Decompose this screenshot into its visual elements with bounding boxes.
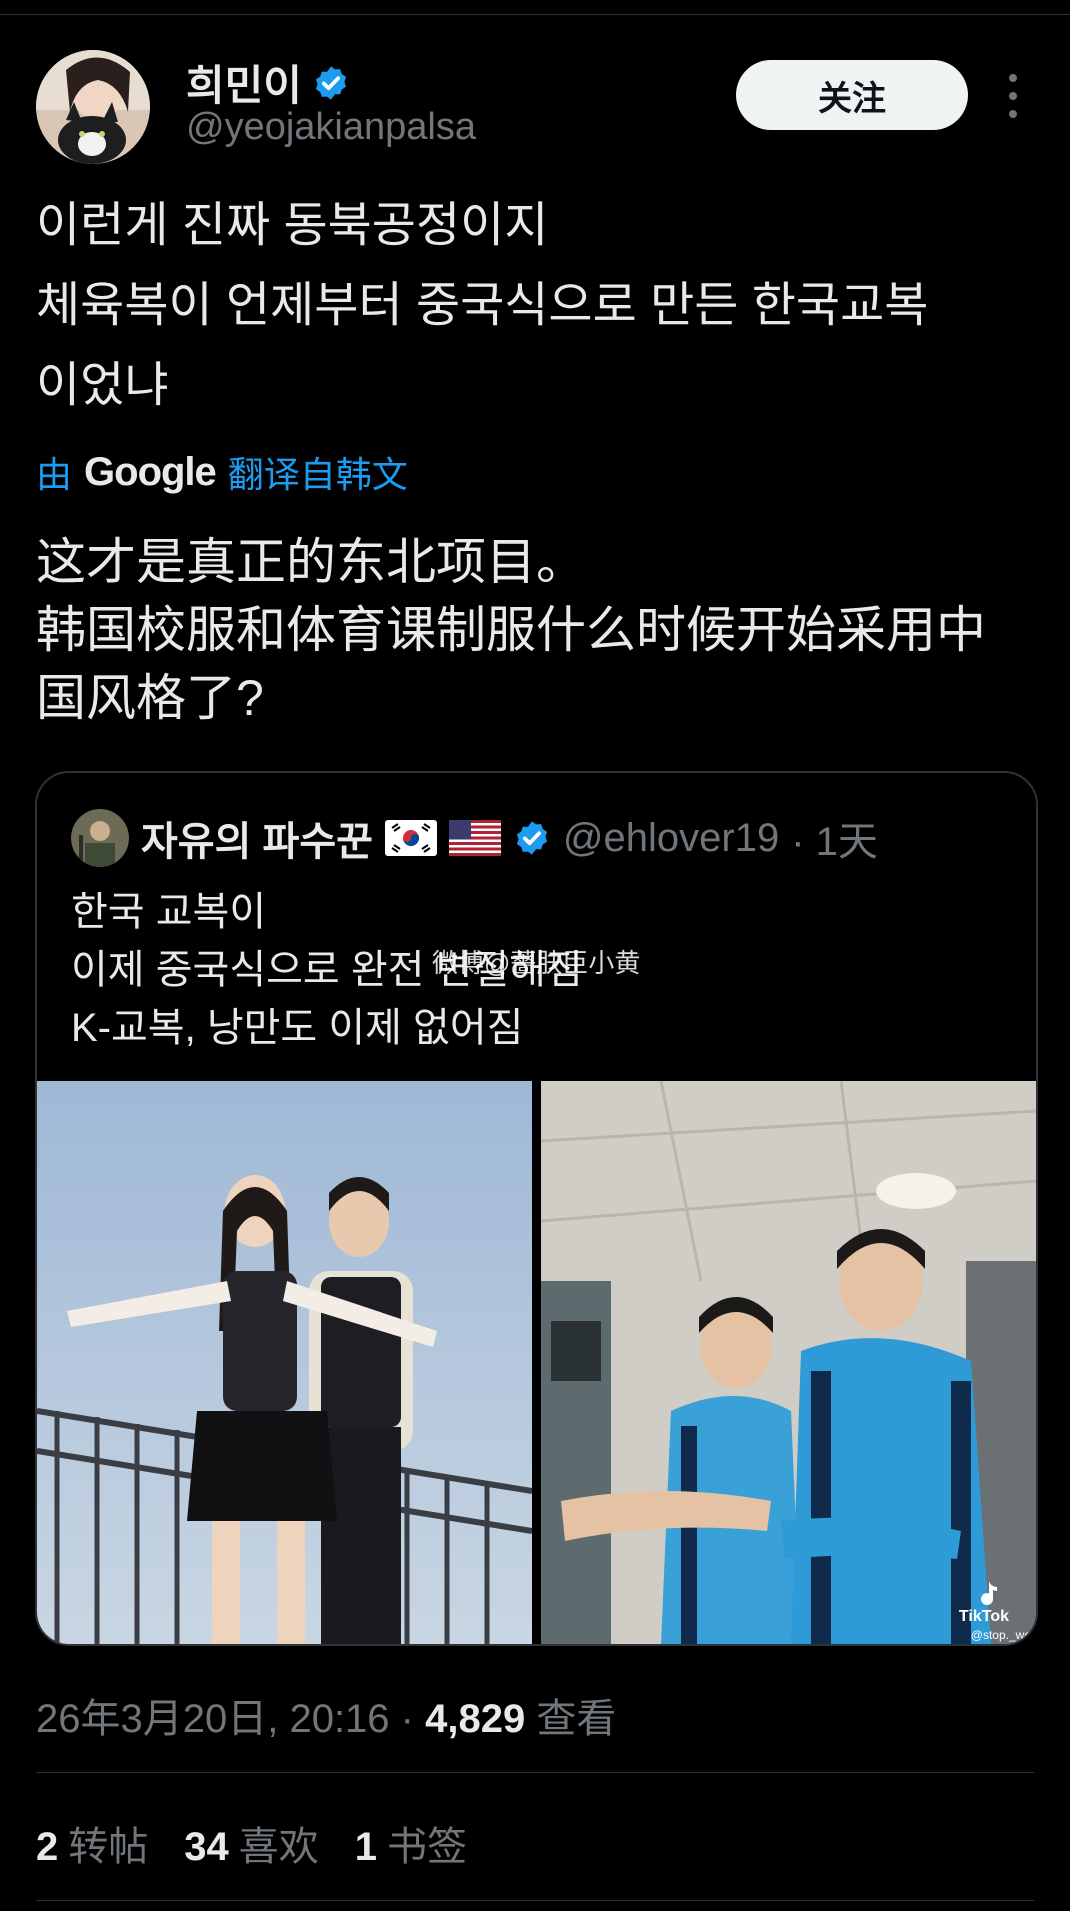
reposts-stat[interactable]: 2 转帖 — [36, 1814, 148, 1872]
author-name-row[interactable]: 희민이 — [186, 52, 350, 113]
media-image-tracksuit-boys[interactable]: TikTok @stop._wo — [540, 1080, 1036, 1644]
tweet-translated-text: 这才是真正的东北项目。 韩国校服和体育课制服什么时候开始采用中 国风格了? — [36, 528, 1046, 732]
bookmarks-stat[interactable]: 1 书签 — [355, 1814, 467, 1872]
more-options-icon[interactable] — [996, 74, 1030, 118]
reposts-label: 转帖 — [68, 1825, 149, 1869]
quoted-header: 자유의 파수꾼 @ehlover19 · 1天 — [71, 809, 878, 867]
translate-prefix: 由 — [36, 454, 73, 495]
stats-divider — [36, 1900, 1034, 1901]
follow-button[interactable]: 关注 — [736, 60, 968, 130]
translate-suffix: 翻译自韩文 — [227, 454, 408, 495]
tweet-translated-line: 韩国校服和体育课制服什么时候开始采用中 — [36, 602, 986, 658]
quoted-line: K-교복, 낭만도 이제 없어짐 — [71, 1006, 524, 1050]
korea-flag-icon — [384, 820, 437, 856]
top-divider — [0, 14, 1070, 15]
tweet-translated-line: 这才是真正的东北项目。 — [36, 534, 586, 590]
likes-label: 喜欢 — [238, 1825, 319, 1869]
tweet-translated-line: 国风格了? — [36, 670, 264, 726]
quoted-time: · 1天 — [791, 820, 878, 864]
tweet-original-text: 이런게 진짜 동북공정이지 체육복이 언제부터 중국식으로 만든 한국교복 이었… — [36, 186, 1036, 426]
us-flag-icon — [448, 820, 501, 856]
likes-stat[interactable]: 34 喜欢 — [184, 1814, 319, 1872]
tweet-original-line: 이런게 진짜 동북공정이지 — [36, 199, 549, 252]
bookmarks-count: 1 — [354, 1825, 377, 1869]
quoted-verified-badge-icon — [513, 819, 551, 857]
quoted-display-name[interactable]: 자유의 파수꾼 — [141, 809, 373, 867]
tweet-timestamp[interactable]: 26年3月20日, 20:16 · — [36, 1697, 414, 1741]
weibo-watermark: 微博@薔肤臣小黄 — [432, 948, 641, 978]
quoted-tweet-card[interactable]: 자유의 파수꾼 @ehlover19 · 1天 한국 교복이 이제 중국식으로 … — [35, 771, 1038, 1646]
media-image-uniform-couple[interactable] — [37, 1081, 533, 1644]
author-handle[interactable]: @yeojakianpalsa — [186, 106, 476, 149]
tweet-original-line: 체육복이 언제부터 중국식으로 만든 한국교복 — [36, 279, 929, 332]
tweet-meta: 26年3月20日, 20:16 · 4,829 查看 — [36, 1686, 616, 1744]
quoted-handle[interactable]: @ehlover19 — [563, 816, 779, 861]
quoted-media[interactable]: TikTok @stop._wo — [37, 1080, 1036, 1644]
tiktok-user: @stop._wo — [971, 1628, 1032, 1642]
views-count: 4,829 — [425, 1697, 526, 1741]
views-label: 查看 — [536, 1697, 617, 1741]
bookmarks-label: 书签 — [387, 1825, 467, 1869]
translation-attribution[interactable]: 由 Google 翻译自韩文 — [36, 446, 408, 498]
likes-count: 34 — [184, 1825, 229, 1869]
tweet-original-line: 이었냐 — [36, 359, 169, 412]
engagement-stats: 2 转帖 34 喜欢 1 书签 — [36, 1814, 467, 1872]
quoted-avatar[interactable] — [71, 809, 129, 867]
tiktok-label: TikTok — [959, 1608, 1009, 1625]
meta-divider — [36, 1772, 1034, 1773]
google-logo: Google — [84, 449, 217, 494]
author-avatar[interactable] — [36, 50, 150, 164]
reposts-count: 2 — [36, 1825, 59, 1869]
quoted-line: 한국 교복이 — [71, 890, 267, 934]
verified-badge-icon — [312, 64, 350, 102]
author-display-name[interactable]: 희민이 — [186, 52, 302, 113]
